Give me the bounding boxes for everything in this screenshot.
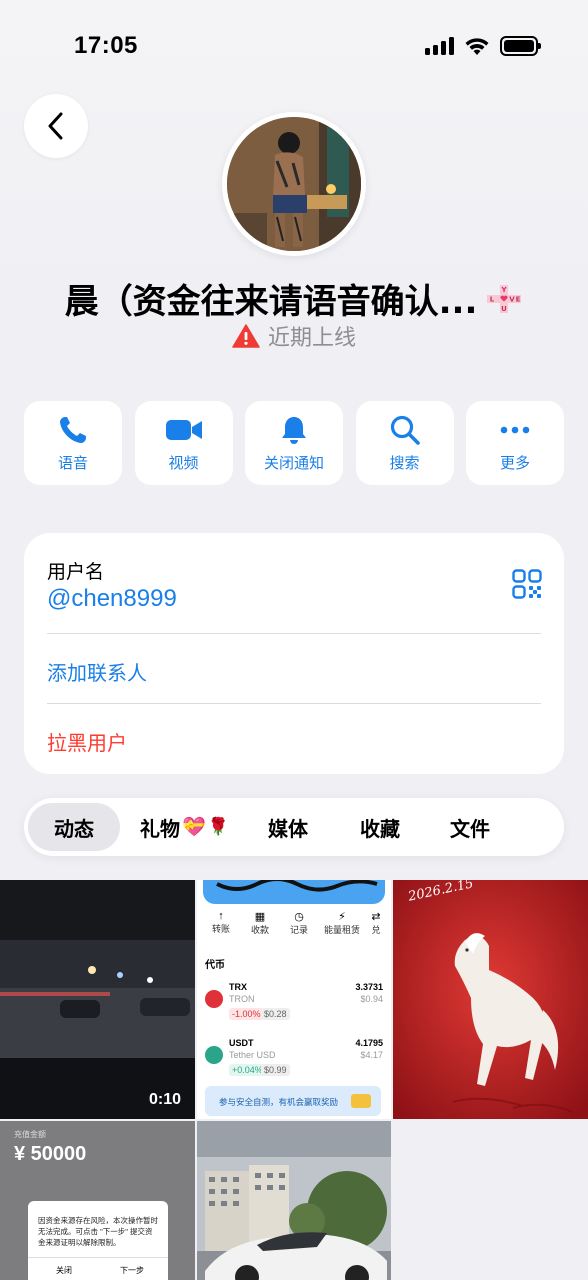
- tab-gifts-label: 礼物: [140, 818, 180, 841]
- media-grid: 0:10 ↑ 转账 ▦ 收款 ◷ 记录 ⚡ 能量租赁 ⇄ 兑 代币 TRX TRON 3.…: [0, 880, 588, 1280]
- status-text: 近期上线: [267, 325, 356, 350]
- love-badge-icon: Y L V E U: [485, 284, 523, 313]
- trx-network: TRON: [229, 994, 255, 1004]
- wallet-nav-transfer[interactable]: ↑ 转账: [205, 910, 237, 948]
- badge-letter-v: V: [510, 295, 516, 303]
- trx-usd: $0.94: [360, 994, 383, 1004]
- badge-letter-e: E: [516, 295, 521, 303]
- trx-symbol: TRX: [229, 982, 247, 992]
- search-button[interactable]: 搜索: [355, 401, 454, 485]
- trx-amount: 3.3731: [355, 982, 383, 992]
- profile-name: 晨（资金往来请语音确认...: [64, 282, 478, 322]
- chevron-left-icon: [48, 112, 63, 140]
- white-horse-thumbnail: [393, 880, 588, 1119]
- video-duration: 0:10: [148, 1091, 181, 1108]
- night-street-thumbnail: [0, 880, 195, 1119]
- online-status: 近期上线: [0, 320, 588, 352]
- media-item-wallet-screenshot[interactable]: ↑ 转账 ▦ 收款 ◷ 记录 ⚡ 能量租赁 ⇄ 兑 代币 TRX TRON 3.3731 …: [197, 880, 391, 1119]
- avatar[interactable]: [222, 112, 366, 256]
- wallet-nav-exchange[interactable]: ⇄ 兑: [369, 910, 383, 948]
- transfer-amount: ¥ 50000: [14, 1143, 87, 1165]
- wifi-icon: [465, 38, 489, 55]
- mute-label: 关闭通知: [263, 454, 324, 472]
- transfer-label: 充值金额: [14, 1130, 46, 1139]
- gift-heart-emoji: 💝: [182, 817, 206, 838]
- tab-posts-label: 动态: [54, 818, 94, 841]
- search-icon: [390, 415, 420, 445]
- username-value[interactable]: @chen8999: [47, 585, 177, 613]
- action-bar: 语音 视频 关闭通知 搜索 更多: [24, 401, 564, 485]
- tab-posts[interactable]: 动态: [28, 803, 120, 851]
- usdt-network: Tether USD: [229, 1050, 276, 1060]
- media-item-transfer-screenshot[interactable]: 充值金额 ¥ 50000 因资金来源存在风险，本次操作暂时无法完成。可点击 "下…: [0, 1121, 195, 1280]
- avatar-image: [227, 117, 361, 251]
- gift-box-icon: [351, 1094, 371, 1108]
- warning-icon: [232, 324, 260, 348]
- mute-notifications-button[interactable]: 关闭通知: [245, 401, 343, 485]
- qr-code-icon[interactable]: [512, 569, 542, 599]
- cellular-signal-icon: [425, 37, 454, 55]
- video-label: 视频: [168, 454, 199, 472]
- trx-token-icon: [205, 990, 223, 1008]
- rose-emoji: 🌹: [207, 817, 229, 836]
- wallet-banner-text: 参与安全自测，有机会赢取奖励: [219, 1097, 339, 1107]
- divider: [47, 633, 541, 634]
- usdt-token-icon: [205, 1046, 223, 1064]
- profile-name-row: 晨（资金往来请语音确认... Y L V E U: [0, 274, 588, 323]
- info-card: 用户名 @chen8999 添加联系人 拉黑用户: [24, 533, 564, 774]
- dialog-next-button[interactable]: 下一步: [120, 1265, 144, 1276]
- more-label: 更多: [499, 454, 530, 472]
- badge-letter-u: U: [502, 305, 508, 313]
- tab-gifts[interactable]: 礼物 💝 🌹: [120, 803, 238, 851]
- wallet-nav-receive[interactable]: ▦ 收款: [244, 910, 276, 948]
- wallet-nav-energy[interactable]: ⚡ 能量租赁: [322, 910, 362, 948]
- content-tabs: 动态 礼物 💝 🌹 媒体 收藏 文件: [24, 798, 564, 856]
- dialog-divider: [28, 1257, 168, 1258]
- divider: [47, 703, 541, 704]
- risk-dialog-text: 因资金来源存在风险，本次操作暂时无法完成。可点击 "下一步" 提交资金来源证明以…: [38, 1216, 158, 1247]
- username-label: 用户名: [47, 562, 105, 583]
- search-label: 搜索: [389, 454, 420, 472]
- usdt-price: $0.99: [261, 1064, 290, 1076]
- tab-files[interactable]: 文件: [422, 803, 518, 851]
- more-button[interactable]: 更多: [466, 401, 564, 485]
- bell-icon: [282, 416, 306, 444]
- badge-letter-l: L: [490, 295, 495, 303]
- tab-saved[interactable]: 收藏: [338, 803, 422, 851]
- wallet-section-title: 代币: [205, 960, 225, 971]
- badge-letter-y: Y: [501, 286, 508, 294]
- more-icon: [500, 426, 530, 433]
- battery-icon: [500, 36, 541, 56]
- scribble-redaction: [216, 880, 378, 892]
- tab-saved-label: 收藏: [360, 818, 400, 841]
- wallet-banner[interactable]: 参与安全自测，有机会赢取奖励: [205, 1086, 381, 1116]
- usdt-amount: 4.1795: [355, 1038, 383, 1048]
- usdt-usd: $4.17: [360, 1050, 383, 1060]
- usdt-symbol: USDT: [229, 1038, 254, 1048]
- call-button[interactable]: 语音: [24, 401, 122, 485]
- status-time: 17:05: [74, 32, 138, 59]
- add-contact-link[interactable]: 添加联系人: [47, 657, 147, 686]
- wallet-nav-records[interactable]: ◷ 记录: [283, 910, 315, 948]
- risk-dialog: 因资金来源存在风险，本次操作暂时无法完成。可点击 "下一步" 提交资金来源证明以…: [28, 1201, 168, 1280]
- video-icon: [165, 419, 202, 440]
- phone-icon: [60, 416, 86, 443]
- block-user-link[interactable]: 拉黑用户: [47, 727, 127, 756]
- tab-media[interactable]: 媒体: [238, 803, 338, 851]
- call-label: 语音: [57, 454, 88, 472]
- trx-change: -1.00%: [229, 1008, 264, 1020]
- media-item-car-photo[interactable]: [197, 1121, 391, 1280]
- media-item-horse[interactable]: 2026.2.15: [393, 880, 588, 1119]
- back-button[interactable]: [24, 94, 88, 158]
- wallet-nav: ↑ 转账 ▦ 收款 ◷ 记录 ⚡ 能量租赁 ⇄ 兑: [205, 910, 383, 948]
- status-icons: [425, 36, 541, 56]
- tab-media-label: 媒体: [268, 818, 308, 841]
- media-item-video[interactable]: 0:10: [0, 880, 195, 1119]
- trx-price: $0.28: [261, 1008, 290, 1020]
- video-call-button[interactable]: 视频: [134, 401, 233, 485]
- dialog-close-button[interactable]: 关闭: [56, 1265, 72, 1276]
- tab-files-label: 文件: [450, 818, 490, 841]
- white-car-thumbnail: [197, 1121, 391, 1280]
